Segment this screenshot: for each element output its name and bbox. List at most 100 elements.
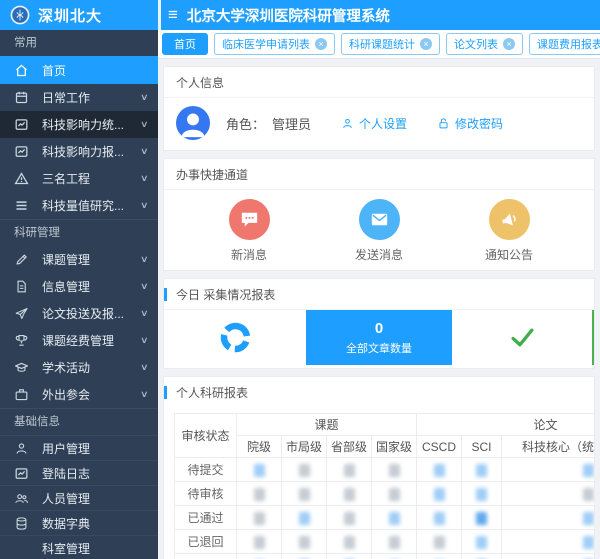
- group-header-projects: 课题: [237, 414, 417, 436]
- table-cell: [462, 458, 502, 482]
- sidebar-item-label: 数据字典: [42, 515, 148, 532]
- tab-label: 首页: [174, 36, 196, 52]
- quick-item-notice[interactable]: 通知公告: [444, 199, 574, 263]
- tab-home[interactable]: 首页: [162, 33, 208, 55]
- sidebar-item-department-mgmt[interactable]: 科室管理: [0, 535, 158, 559]
- tab-clinical-application-list[interactable]: 临床医学申请列表 ×: [214, 33, 335, 55]
- sidebar-item-academic-activity[interactable]: 学术活动 ∨: [0, 354, 158, 381]
- table-cell: [417, 458, 462, 482]
- spinner-icon: [219, 321, 252, 354]
- role-label: 角色：: [226, 114, 265, 133]
- table-cell: [462, 530, 502, 554]
- blurred-value: [583, 536, 594, 549]
- sidebar-item-label: 人员管理: [42, 490, 148, 507]
- sidebar-item-login-log[interactable]: 登陆日志: [0, 460, 158, 485]
- blurred-value: [583, 512, 594, 525]
- sidebar-item-label: 课题经费管理: [42, 332, 141, 349]
- table-cell: [237, 458, 282, 482]
- table-cell: [417, 554, 462, 559]
- sidebar-item-tech-value-research[interactable]: 科技量值研究... ∨: [0, 192, 158, 219]
- users-icon: [14, 491, 29, 506]
- blurred-value: [583, 464, 594, 477]
- sidebar-item-label: 科技影响力报...: [42, 143, 141, 160]
- quick-item-new-message[interactable]: 新消息: [184, 199, 314, 263]
- hospital-logo-icon: [10, 5, 30, 25]
- sidebar-item-tech-influence-stats[interactable]: 科技影响力统... ∨: [0, 111, 158, 138]
- accent-bar: [164, 386, 167, 399]
- stat-success: [452, 310, 592, 365]
- quick-item-send-message[interactable]: 发送消息: [314, 199, 444, 263]
- personal-report-card: 个人科研报表 审核状态 课题 论文 院级: [163, 376, 595, 559]
- blurred-value: [254, 488, 265, 501]
- main-area: 首页 临床医学申请列表 × 科研课题统计 × 论文列表 × 课题费用报表 × 用…: [158, 30, 600, 559]
- table-cell: [372, 554, 417, 559]
- close-icon[interactable]: ×: [503, 38, 515, 50]
- graduation-cap-icon: [14, 360, 29, 375]
- chevron-down-icon: ∨: [140, 389, 149, 400]
- sidebar-item-personnel-mgmt[interactable]: 人员管理: [0, 485, 158, 510]
- sidebar-item-info-mgmt[interactable]: 信息管理 ∨: [0, 273, 158, 300]
- sidebar-item-home[interactable]: 首页: [0, 56, 158, 84]
- chevron-down-icon: ∨: [140, 92, 149, 103]
- sidebar-item-data-dictionary[interactable]: 数据字典: [0, 510, 158, 535]
- table-cell: [462, 506, 502, 530]
- change-password-link[interactable]: 修改密码: [437, 115, 503, 132]
- tab-label: 临床医学申请列表: [222, 36, 310, 52]
- table-cell: [327, 554, 372, 559]
- group-header-papers: 论文: [417, 414, 594, 436]
- section-title: 个人科研报表: [176, 384, 248, 401]
- table-cell: [327, 506, 372, 530]
- sidebar-item-funds-mgmt[interactable]: 课题经费管理 ∨: [0, 327, 158, 354]
- sidebar-item-label: 外出参会: [42, 386, 141, 403]
- table-row: 已通过: [175, 506, 595, 530]
- blurred-value: [389, 536, 400, 549]
- accent-bar: [164, 288, 167, 301]
- close-icon[interactable]: ×: [315, 38, 327, 50]
- table-cell: [282, 458, 327, 482]
- stat-total-articles[interactable]: 0 全部文章数量: [306, 310, 452, 365]
- sidebar-item-label: 登陆日志: [42, 465, 148, 482]
- hamburger-menu-icon[interactable]: ≡: [161, 0, 187, 30]
- sidebar-item-daily-work[interactable]: 日常工作 ∨: [0, 84, 158, 111]
- chevron-down-icon: ∨: [140, 173, 149, 184]
- personal-info-card: 个人信息 角色： 管理员 个人设置 修改密码: [163, 66, 595, 151]
- table-cell: [282, 554, 327, 559]
- blurred-value: [434, 488, 445, 501]
- table-cell: [372, 530, 417, 554]
- table-cell: [372, 506, 417, 530]
- tab-research-project-stats[interactable]: 科研课题统计 ×: [341, 33, 440, 55]
- sidebar-item-label: 日常工作: [42, 89, 141, 106]
- sidebar-item-label: 三名工程: [42, 170, 141, 187]
- logo-area[interactable]: 深圳北大: [0, 0, 158, 30]
- sidebar-item-three-projects[interactable]: 三名工程 ∨: [0, 165, 158, 192]
- personal-settings-link[interactable]: 个人设置: [341, 115, 407, 132]
- sidebar-item-project-mgmt[interactable]: 课题管理 ∨: [0, 246, 158, 273]
- sidebar-item-label: 学术活动: [42, 359, 141, 376]
- stats-row: 0 全部文章数量: [164, 310, 594, 365]
- row-label: 待提交: [175, 458, 237, 482]
- document-icon: [14, 279, 29, 294]
- sidebar-item-label: 课题管理: [42, 251, 141, 268]
- link-label: 修改密码: [455, 115, 503, 132]
- sidebar-item-label: 科室管理: [42, 540, 148, 557]
- close-icon[interactable]: ×: [420, 38, 432, 50]
- sidebar-item-paper-submit[interactable]: 论文投送及报... ∨: [0, 300, 158, 327]
- pen-icon: [14, 252, 29, 267]
- person-icon: [341, 117, 354, 130]
- role-value: 管理员: [272, 114, 311, 133]
- table-cell: [237, 530, 282, 554]
- tab-project-cost-report[interactable]: 课题费用报表 ×: [529, 33, 600, 55]
- sidebar-item-user-mgmt[interactable]: 用户管理: [0, 435, 158, 460]
- row-label: 待审核: [175, 482, 237, 506]
- blurred-value: [389, 512, 400, 525]
- logo-text: 深圳北大: [38, 5, 102, 26]
- card-header: 办事快捷通道: [164, 159, 594, 190]
- blurred-value: [476, 512, 487, 525]
- card-header: 今日 采集情况报表: [164, 279, 594, 310]
- warning-icon: [14, 171, 29, 186]
- sidebar-item-tech-influence-report[interactable]: 科技影响力报... ∨: [0, 138, 158, 165]
- stat-clipped-green: [592, 310, 594, 365]
- sidebar-item-outgoing-meeting[interactable]: 外出参会 ∨: [0, 381, 158, 408]
- avatar[interactable]: [176, 106, 210, 140]
- tab-paper-list[interactable]: 论文列表 ×: [446, 33, 523, 55]
